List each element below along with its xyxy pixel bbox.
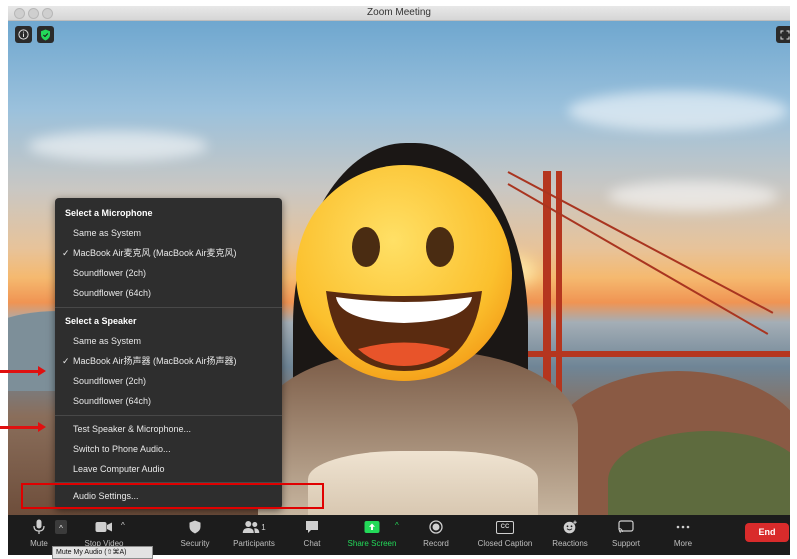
bridge-deck [503,351,790,357]
audio-options-menu: Select a Microphone Same as System ✓ MacB… [55,198,282,509]
video-options-chevron-icon[interactable]: ^ [121,521,125,530]
menu-item-label: Soundflower (64ch) [73,396,152,406]
fullscreen-icon [780,30,789,39]
menu-item-mic-soundflower-64ch[interactable]: Soundflower (64ch) [55,284,300,302]
speaker-section-heading: Select a Speaker [65,316,137,326]
menu-divider [55,307,282,308]
audio-options-caret-button[interactable]: ^ [55,520,67,534]
smiling-emoji-icon [296,165,512,381]
menu-item-speaker-soundflower-64ch[interactable]: Soundflower (64ch) [55,392,300,410]
participant-count: 1 [261,522,266,532]
security-button[interactable]: Security [173,515,217,555]
annotation-arrow [0,422,46,432]
menu-item-speaker-same-as-system[interactable]: Same as System [55,332,300,350]
reactions-label: Reactions [552,539,588,548]
microphone-icon [33,519,45,535]
cloud [568,91,788,131]
menu-item-label: MacBook Air扬声器 (MacBook Air扬声器) [73,356,237,366]
menu-item-label: Soundflower (2ch) [73,376,147,386]
share-options-chevron-icon[interactable]: ^ [395,521,399,530]
cc-icon: CC [496,519,514,535]
cc-badge: CC [496,520,514,534]
share-screen-label: Share Screen [347,539,397,548]
bridge-tower [556,171,562,401]
menu-item-label: Soundflower (64ch) [73,288,152,298]
security-label: Security [180,539,210,548]
participants-button[interactable]: 1 Participants [226,515,282,555]
window-title: Zoom Meeting [367,7,431,18]
chat-label: Chat [303,539,321,548]
add-reaction-icon [563,519,578,535]
encryption-button[interactable] [37,26,54,43]
menu-divider [55,415,282,416]
cloud [608,181,778,211]
checkmark-icon: ✓ [62,356,70,366]
cast-screen-icon [618,519,634,535]
annotation-highlight-box [21,483,324,509]
reactions-button[interactable]: Reactions [547,515,593,555]
cloud [28,131,208,161]
more-dots-icon [676,519,690,535]
menu-item-mic-macbook-air[interactable]: ✓ MacBook Air麦克风 (MacBook Air麦克风) [55,244,300,262]
record-icon [429,519,443,535]
menu-item-label: Same as System [73,228,142,238]
closed-caption-button[interactable]: CC Closed Caption [470,515,540,555]
menu-item-mic-same-as-system[interactable]: Same as System [55,224,300,242]
window-titlebar: Zoom Meeting [8,6,790,21]
support-button[interactable]: Support [604,515,648,555]
video-camera-icon [95,519,113,535]
share-screen-button[interactable]: Share Screen [343,515,401,555]
microphone-section-heading: Select a Microphone [65,208,153,218]
mute-tooltip: Mute My Audio (⇧⌘A) [52,546,153,559]
info-icon [18,29,29,40]
menu-item-speaker-macbook-air[interactable]: ✓ MacBook Air扬声器 (MacBook Air扬声器) [55,352,300,370]
menu-item-switch-to-phone-audio[interactable]: Switch to Phone Audio... [55,440,300,458]
shield-icon [189,519,202,535]
share-screen-icon [364,519,380,535]
support-label: Support [611,539,641,548]
fullscreen-button[interactable] [776,26,790,43]
menu-item-label: MacBook Air麦克风 (MacBook Air麦克风) [73,248,237,258]
menu-item-label: Soundflower (2ch) [73,268,147,278]
closed-caption-label: Closed Caption [477,539,533,548]
more-button[interactable]: More [663,515,703,555]
participants-icon: 1 [242,519,266,535]
annotation-arrow [0,366,46,376]
person-shirt [308,451,538,515]
chat-button[interactable]: Chat [294,515,330,555]
record-button[interactable]: Record [416,515,456,555]
menu-item-mic-soundflower-2ch[interactable]: Soundflower (2ch) [55,264,300,282]
menu-item-label: Same as System [73,336,142,346]
chat-bubble-icon [305,519,319,535]
end-meeting-button[interactable]: End [745,523,789,542]
more-label: More [673,539,693,548]
chevron-up-icon: ^ [59,524,63,533]
participants-label: Participants [233,539,275,548]
checkmark-icon: ✓ [62,248,70,258]
record-label: Record [423,539,449,548]
meeting-info-button[interactable] [15,26,32,43]
shield-icon [41,29,50,40]
menu-item-test-speaker-microphone[interactable]: Test Speaker & Microphone... [55,420,300,438]
menu-item-speaker-soundflower-2ch[interactable]: Soundflower (2ch) [55,372,300,390]
menu-item-leave-computer-audio[interactable]: Leave Computer Audio [55,460,300,478]
